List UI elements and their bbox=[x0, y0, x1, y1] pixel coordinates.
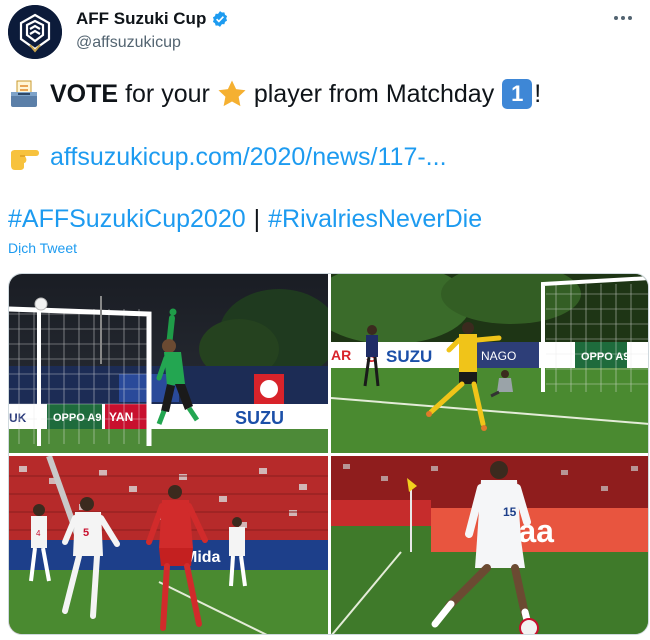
tweet-header: AFF Suzuki Cup @affsuzukicup bbox=[0, 0, 650, 66]
board-nago: NAGO bbox=[481, 349, 516, 363]
for-your-text: for your bbox=[125, 80, 210, 108]
board-suzu-2: SUZU bbox=[386, 347, 432, 366]
shirt-number-15: 15 bbox=[503, 505, 517, 519]
verified-badge-icon bbox=[213, 11, 228, 27]
board-uk: UK bbox=[9, 411, 27, 425]
photo-goalkeeper-dive[interactable]: OPPO A95 YAN SUZU UK bbox=[9, 274, 328, 453]
hashtag-separator: | bbox=[253, 205, 261, 233]
shirt-number-mm-1: 4 bbox=[36, 529, 41, 538]
avatar[interactable] bbox=[8, 5, 62, 59]
tweet-line-vote: VOTE for your player from Matchday 1 ! bbox=[8, 78, 541, 110]
shirt-number-mm-5: 5 bbox=[83, 527, 89, 539]
photo-malaysia-player-celebrating[interactable]: AR SUZU S NAGO OPPO A95 bbox=[331, 274, 648, 453]
more-options-icon[interactable] bbox=[608, 6, 638, 30]
tweet-line-hashtags: #AFFSuzukiCup2020 | #RivalriesNeverDie bbox=[8, 203, 482, 235]
pointing-right-icon bbox=[11, 150, 39, 170]
board-yan: YAN bbox=[109, 410, 133, 424]
aff-logo-icon bbox=[8, 5, 62, 59]
board-suzu: SUZU bbox=[235, 408, 284, 428]
player-from-text: player from Matchday bbox=[253, 80, 495, 108]
hashtag-affsuzukicup2020[interactable]: #AFFSuzukiCup2020 bbox=[8, 203, 246, 235]
photo-grid: OPPO A95 YAN SUZU UK AR SUZU S NAGO OPPO… bbox=[8, 273, 649, 635]
photo-thailand-player-15[interactable]: ocaa 15 bbox=[331, 456, 648, 634]
photo-singapore-vs-myanmar[interactable]: Mida 4 5 bbox=[9, 456, 328, 634]
author-handle[interactable]: @affsuzukicup bbox=[76, 34, 181, 52]
author-name[interactable]: AFF Suzuki Cup bbox=[76, 9, 206, 29]
ballot-box-icon bbox=[11, 80, 37, 107]
hashtag-rivalriesneverdie[interactable]: #RivalriesNeverDie bbox=[268, 203, 482, 235]
author-name-row[interactable]: AFF Suzuki Cup bbox=[76, 9, 229, 29]
tweet-line-link: affsuzukicup.com/2020/news/117-... bbox=[8, 141, 447, 173]
vote-word: VOTE bbox=[50, 80, 119, 108]
exclamation-text: ! bbox=[534, 80, 542, 108]
keycap-one-icon: 1 bbox=[502, 79, 533, 109]
board-oppo-a95: OPPO A95 bbox=[53, 412, 108, 424]
star-icon bbox=[218, 80, 246, 107]
article-link[interactable]: affsuzukicup.com/2020/news/117-... bbox=[50, 141, 447, 173]
board-ar: AR bbox=[331, 347, 351, 363]
translate-tweet-link[interactable]: Dịch Tweet bbox=[8, 240, 77, 256]
